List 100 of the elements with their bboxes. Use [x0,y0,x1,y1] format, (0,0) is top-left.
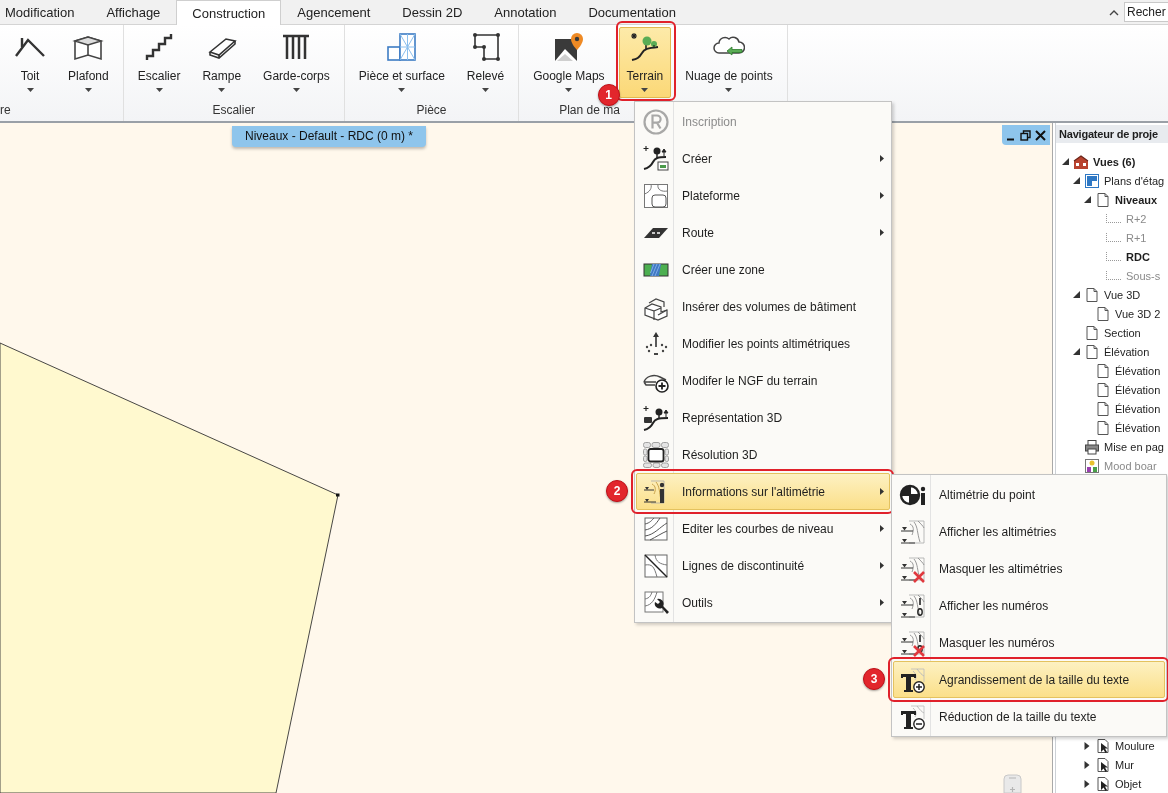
view-tab[interactable]: Niveaux - Default - RDC (0 m) * [232,126,427,147]
contour-map-icon [641,181,670,210]
handle-icon[interactable] [1003,774,1022,793]
close-icon[interactable] [1035,129,1046,141]
page-icon [1084,324,1100,341]
tree-slope-icon [641,144,670,173]
tree-item[interactable]: R+1 [1106,231,1147,244]
cursor-icon [1095,756,1111,773]
caret-icon [26,88,34,92]
tree-toggle-icon[interactable] [1062,158,1069,165]
tree-toggle-icon[interactable] [1073,177,1080,184]
tree-toggle-icon[interactable] [1084,196,1091,203]
tree-item[interactable]: Vue 3D 2 [1095,305,1161,322]
ribbon-tab[interactable]: Documentation [572,0,692,24]
tree-item[interactable]: Vues (6) [1073,153,1136,170]
menu-item[interactable]: Modifer le NGF du terrain [636,362,890,399]
search-field[interactable]: Recher [1124,2,1168,22]
contour-lines-icon [641,514,670,543]
caret-icon [218,88,226,92]
tree-item[interactable]: Plans d'étag [1084,172,1165,189]
text-size-plus-icon [898,665,927,694]
menu-item[interactable]: Modifier les points altimétriques [636,325,890,362]
menu-item[interactable]: Créer [636,140,890,177]
menu-item[interactable]: Afficher les altimétries [893,513,1165,550]
tree-item[interactable]: Élévation [1084,343,1150,360]
tree-item[interactable]: Vue 3D [1084,286,1141,303]
tree-item[interactable]: Élévation [1095,381,1161,398]
page-icon [1095,381,1111,398]
stone-wall-icon [641,440,670,469]
wrench-icon [641,588,670,617]
tree-item[interactable]: RDC [1106,250,1150,263]
text-size-minus-icon [898,702,927,731]
tree-toggle-icon[interactable] [1073,348,1080,355]
menu-item[interactable]: Afficher les numéros [893,587,1165,624]
page-icon [1095,191,1111,208]
tree-item[interactable]: Objet [1095,775,1142,792]
tree-slope-icon [641,403,670,432]
caret-icon [565,88,573,92]
chevron-up-icon[interactable] [1109,8,1119,16]
elevation-marks-icon [898,517,927,546]
tree-item[interactable]: Élévation [1095,400,1161,417]
ribbon-tab[interactable]: Construction [176,0,282,25]
tree-slope-icon [628,31,661,63]
tree-item[interactable]: Mise en pag [1084,438,1164,455]
menu-item[interactable]: Créer une zone [636,251,890,288]
contour-numbers-cross-icon [898,628,927,657]
tree-item[interactable]: Moulure [1095,737,1155,754]
page-icon [1095,362,1111,379]
menu-item[interactable]: Altimétrie du point [893,476,1165,513]
ribbon-button[interactable]: Escalier [129,27,189,98]
caret-icon [398,88,406,92]
menu-item[interactable]: Résolution 3D [636,436,890,473]
house-icon [1073,153,1089,170]
cursor-icon [1095,737,1111,754]
dotted-line-icon [1106,214,1122,223]
ribbon-tab[interactable]: Affichage [90,0,177,24]
tree-item[interactable]: R+2 [1106,212,1147,225]
menu-item[interactable]: Informations sur l'altimétrie [636,473,890,510]
ribbon-tab[interactable]: Annotation [478,0,573,24]
tree-item[interactable]: Mur [1095,756,1134,773]
menu-item[interactable]: Masquer les altimétries [893,550,1165,587]
menu-item[interactable]: Représentation 3D [636,399,890,436]
tree-item[interactable]: Section [1084,324,1141,341]
menu-item[interactable]: Agrandissement de la taille du texte [893,661,1165,698]
tree-item[interactable]: Élévation [1095,419,1161,436]
ribbon-tab[interactable]: Modification [0,0,91,24]
menu-item[interactable]: Outils [636,584,890,621]
ribbon-button[interactable]: Nuage de points [677,27,781,98]
tree-toggle-icon[interactable] [1084,760,1090,769]
menu-item[interactable]: Lignes de discontinuité [636,547,890,584]
tree-toggle-icon[interactable] [1084,779,1090,788]
ribbon-button[interactable]: Relevé [458,27,513,98]
panel-title: Navigateur de proje [1056,125,1168,143]
group-label: Escalier [211,102,257,119]
menu-item[interactable]: Réduction de la taille du texte [893,698,1165,735]
caret-icon [725,88,733,92]
page-icon [1084,343,1100,360]
tree-item[interactable]: Sous-s [1106,269,1161,282]
restore-icon[interactable] [1020,129,1031,141]
tree-item[interactable]: Mood boar [1084,457,1157,474]
tree-toggle-icon[interactable] [1073,291,1080,298]
menu-item[interactable]: Editer les courbes de niveau [636,510,890,547]
menu-item[interactable]: Route [636,214,890,251]
callout-marker: 1 [597,84,620,106]
menu-item[interactable]: Plateforme [636,177,890,214]
tree-item[interactable]: Niveaux [1095,191,1158,208]
ribbon-button[interactable]: Toit [6,27,54,98]
ribbon-tab[interactable]: Agencement [281,0,387,24]
ribbon-button[interactable]: Pièce et surface [350,27,453,98]
ribbon-button[interactable]: Plafond [60,27,117,98]
ribbon-button[interactable]: Rampe [194,27,250,98]
break-lines-icon [641,551,670,580]
caret-icon [84,88,92,92]
tree-toggle-icon[interactable] [1084,741,1090,750]
ribbon-button[interactable]: Terrain [618,27,672,98]
ribbon-tab[interactable]: Dessin 2D [386,0,479,24]
menu-item[interactable]: Insérer des volumes de bâtiment [636,288,890,325]
menu-item[interactable]: Masquer les numéros [893,624,1165,661]
tree-item[interactable]: Élévation [1095,362,1161,379]
ribbon-button[interactable]: Garde-corps [255,27,338,98]
